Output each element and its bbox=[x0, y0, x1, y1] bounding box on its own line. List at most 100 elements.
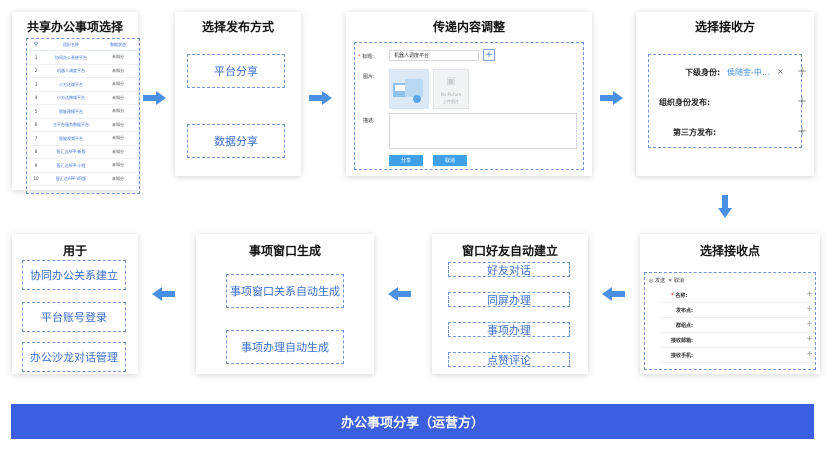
plus-icon[interactable]: + bbox=[806, 349, 813, 358]
row-number: 9 bbox=[34, 162, 38, 168]
item-friend-chat[interactable]: 好友对话 bbox=[448, 262, 570, 277]
receive-point-panel: ◎ 发送 ✕ 取消 * 名称: + 发布点: + 群组点: + 接收邮箱: + … bbox=[644, 272, 816, 370]
arrow-down-icon bbox=[718, 195, 732, 218]
cancel-label[interactable]: 取消 bbox=[674, 278, 684, 284]
row-label: 名称: bbox=[675, 293, 688, 299]
row-number: 10 bbox=[33, 176, 39, 182]
upload-box[interactable]: ▣ No Picture 上传图片 bbox=[433, 69, 469, 109]
toolbar: ◎ 发送 ✕ 取消 bbox=[649, 277, 684, 284]
point-row-publish[interactable]: 发布点: + bbox=[659, 304, 815, 318]
point-row-group[interactable]: 群组点: + bbox=[659, 319, 815, 333]
no-picture-text: No Picture bbox=[440, 92, 462, 97]
upload-hint: 上传图片 bbox=[443, 99, 459, 104]
option-data-share[interactable]: 数据分享 bbox=[187, 124, 285, 158]
column-header: 数据状态 bbox=[110, 41, 126, 47]
row-value: 侯随金-中... bbox=[727, 68, 770, 77]
card-title: 选择接收方 bbox=[694, 20, 755, 34]
row-number: 1 bbox=[34, 54, 38, 60]
plus-icon[interactable]: + bbox=[806, 289, 813, 298]
row-status: 未知分 bbox=[112, 148, 124, 154]
table-row[interactable]: 7 智能视频平台 未知分 bbox=[27, 132, 139, 146]
card-title: 传递内容调整 bbox=[432, 20, 505, 34]
point-row-name[interactable]: * 名称: + bbox=[659, 289, 815, 303]
table-row[interactable]: 9 智汇达APP-小程 未知分 bbox=[27, 159, 139, 173]
form-area: * 标题: 机器人调度平台 + 图片: ▣ No Picture 上传图片 描述… bbox=[354, 42, 584, 170]
bottom-banner: 办公事项分享（运营方） bbox=[11, 404, 814, 439]
table-row[interactable]: 8 智汇达APP-新版 未知分 bbox=[27, 146, 139, 159]
row-name: 智汇达APP-小程 bbox=[56, 162, 86, 168]
table-row[interactable]: 10 智汇达APP-VR版 未知分 bbox=[27, 173, 139, 186]
send-icon[interactable]: ◎ bbox=[649, 278, 653, 284]
send-label[interactable]: 发送 bbox=[655, 278, 665, 284]
table-row[interactable]: 1 协同办公系统平台 未知分 bbox=[27, 51, 139, 65]
card-title: 共享办公事项选择 bbox=[26, 20, 123, 34]
arrow-right-icon bbox=[143, 91, 166, 105]
card-title: 选择接收点 bbox=[699, 244, 760, 258]
title-input[interactable]: 机器人调度平台 bbox=[389, 50, 479, 61]
arrow-left-icon bbox=[602, 287, 625, 301]
desc-label: 描述: bbox=[363, 118, 375, 124]
plus-icon[interactable]: + bbox=[806, 304, 813, 313]
close-icon[interactable]: × bbox=[777, 67, 784, 76]
table-row[interactable]: 6 主平台服务数据平台 未知分 bbox=[27, 119, 139, 132]
item-table: ⚲ 组织名称 数据状态 1 协同办公系统平台 未知分 2 机器人调度平台 未知分 3 小方达域… bbox=[26, 38, 140, 194]
table-row[interactable]: 3 小方达域平台 未知分 bbox=[27, 78, 139, 92]
card-content-adjust: 传递内容调整 * 标题: 机器人调度平台 + 图片: ▣ No Picture … bbox=[346, 12, 592, 176]
plus-icon[interactable]: + bbox=[797, 124, 807, 138]
search-icon[interactable]: ⚲ bbox=[27, 41, 45, 48]
row-name: 智能视频平台 bbox=[59, 135, 83, 141]
row-label: 组织身份发布: bbox=[659, 98, 711, 107]
point-row-phone[interactable]: 接收手机: + bbox=[659, 349, 815, 363]
item-handling-generation[interactable]: 事项办理自动生成 bbox=[226, 330, 344, 364]
table-row[interactable]: 4 小方达跨域平台 未知分 bbox=[27, 92, 139, 105]
item-same-screen[interactable]: 同屏办理 bbox=[448, 292, 570, 307]
card-used-for: 用于 协同办公关系建立 平台账号登录 办公沙龙对话管理 bbox=[12, 234, 138, 374]
row-name: 协同办公系统平台 bbox=[55, 54, 87, 60]
row-label: 第三方发布: bbox=[673, 128, 717, 137]
title-label: * 标题: bbox=[358, 54, 374, 60]
row-status: 未知分 bbox=[112, 81, 124, 87]
image-label: 图片: bbox=[363, 74, 375, 80]
image-thumbnail bbox=[389, 69, 429, 109]
table-row[interactable]: 2 机器人调度平台 未知分 bbox=[27, 65, 139, 78]
share-button[interactable]: 分享 bbox=[389, 155, 423, 166]
item-salon-chat[interactable]: 办公沙龙对话管理 bbox=[22, 342, 126, 372]
row-label: 接收手机: bbox=[671, 353, 693, 359]
option-platform-share[interactable]: 平台分享 bbox=[187, 54, 285, 88]
row-number: 6 bbox=[34, 122, 38, 128]
row-name: 机器人调度平台 bbox=[57, 68, 85, 74]
card-select-recipient: 选择接收方 下级身份: 侯随金-中... × + 组织身份发布: + 第三方发布… bbox=[636, 12, 814, 176]
plus-icon[interactable]: + bbox=[806, 319, 813, 328]
arrow-left-icon bbox=[152, 287, 175, 301]
row-status: 未知分 bbox=[112, 175, 124, 181]
row-name: 智汇达APP-VR版 bbox=[55, 176, 87, 182]
point-row-email[interactable]: 接收邮箱: + bbox=[659, 334, 815, 348]
close-icon[interactable]: ✕ bbox=[668, 278, 672, 284]
row-status: 未知分 bbox=[112, 67, 124, 73]
plus-icon[interactable]: + bbox=[797, 64, 807, 78]
description-textarea[interactable] bbox=[389, 113, 577, 149]
column-header: 组织名称 bbox=[63, 42, 79, 47]
item-relation-generation[interactable]: 事项窗口关系自动生成 bbox=[226, 274, 344, 308]
card-window-friends: 窗口好友自动建立 好友对话 同屏办理 事项办理 点赞评论 bbox=[432, 234, 588, 374]
row-label: 群组点: bbox=[676, 323, 693, 329]
row-name: 主平台服务数据平台 bbox=[53, 122, 89, 128]
row-status: 未知分 bbox=[112, 162, 124, 168]
card-title: 窗口好友自动建立 bbox=[461, 244, 558, 258]
plus-icon[interactable]: + bbox=[797, 94, 807, 108]
plus-icon[interactable]: + bbox=[806, 334, 813, 343]
item-collab-relation[interactable]: 协同办公关系建立 bbox=[22, 260, 126, 290]
row-name: 小方达域平台 bbox=[59, 81, 83, 87]
cancel-button[interactable]: 取消 bbox=[433, 155, 467, 166]
add-icon[interactable]: + bbox=[483, 49, 495, 61]
item-account-login[interactable]: 平台账号登录 bbox=[22, 302, 126, 332]
row-name: 智能建模平台 bbox=[59, 108, 83, 114]
row-number: 2 bbox=[34, 68, 38, 74]
table-row[interactable]: 5 智能建模平台 未知分 bbox=[27, 105, 139, 119]
arrow-right-icon bbox=[600, 91, 623, 105]
item-like-comment[interactable]: 点赞评论 bbox=[448, 352, 570, 367]
table-header: ⚲ 组织名称 数据状态 bbox=[27, 39, 139, 51]
card-title: 事项窗口生成 bbox=[248, 244, 321, 258]
row-status: 未知分 bbox=[112, 54, 124, 60]
item-handle[interactable]: 事项办理 bbox=[448, 322, 570, 337]
